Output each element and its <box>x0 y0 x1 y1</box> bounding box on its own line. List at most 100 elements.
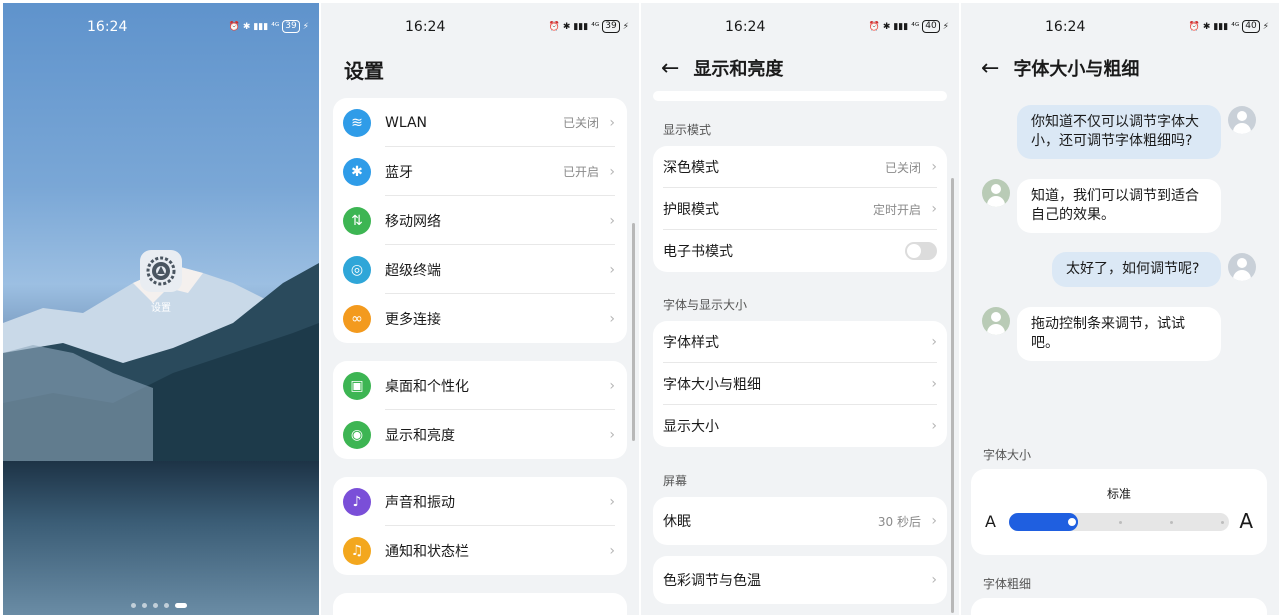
ebook-mode-toggle[interactable] <box>905 242 937 260</box>
status-time: 16:24 <box>1045 19 1086 35</box>
charging-icon: ⚡ <box>1262 21 1269 32</box>
sleep-item[interactable]: 休眠 30 秒后 › <box>653 497 947 545</box>
settings-item-notifications[interactable]: ♫ 通知和状态栏 › <box>333 526 627 575</box>
slider-tick <box>1170 521 1173 524</box>
scrollbar[interactable] <box>951 178 954 613</box>
chevron-right-icon: › <box>609 377 615 394</box>
color-temperature-item[interactable]: 色彩调节与色温 › <box>653 556 947 604</box>
sound-card: ♪ 声音和振动 › ♫ 通知和状态栏 › <box>333 477 627 575</box>
slider-tick <box>1119 521 1122 524</box>
chevron-right-icon: › <box>609 261 615 278</box>
slider-thumb[interactable] <box>1066 516 1078 528</box>
status-bar: 16:24 ⏰ ✱ ▮▮▮ ⁴ᴳ 40 ⚡ <box>641 17 959 37</box>
font-size-slider[interactable] <box>1009 513 1229 531</box>
item-label: 字体大小与粗细 <box>663 377 761 393</box>
network-type-label: ⁴ᴳ <box>911 21 920 32</box>
next-card-partial <box>333 593 627 615</box>
chevron-right-icon: › <box>609 212 615 229</box>
header: ← 显示和亮度 <box>661 55 783 81</box>
settings-item-value: 已开启 <box>562 165 599 179</box>
page-title: 显示和亮度 <box>693 59 784 80</box>
page-dot <box>131 603 136 608</box>
chevron-right-icon: › <box>609 310 615 327</box>
settings-item-wlan[interactable]: ≋ WLAN 已关闭 › <box>333 98 627 147</box>
back-arrow-icon[interactable]: ← <box>661 56 679 81</box>
avatar <box>1228 106 1256 134</box>
eye-comfort-item[interactable]: 护眼模式 定时开启 › <box>653 188 947 230</box>
status-time: 16:24 <box>725 19 766 35</box>
alarm-icon: ⏰ <box>548 21 560 32</box>
page-indicator <box>131 603 187 608</box>
dark-mode-item[interactable]: 深色模式 已关闭 › <box>653 146 947 188</box>
settings-item-display[interactable]: ◉ 显示和亮度 › <box>333 410 627 459</box>
settings-item-label: 更多连接 <box>385 311 441 328</box>
battery-icon: 39 <box>282 20 300 33</box>
item-value: 已关闭 <box>884 160 921 175</box>
back-arrow-icon[interactable]: ← <box>981 56 999 81</box>
font-style-item[interactable]: 字体样式 › <box>653 321 947 363</box>
status-icons: ⏰ ✱ ▮▮▮ ⁴ᴳ 40 ⚡ <box>1189 20 1269 33</box>
chevron-right-icon: › <box>931 376 937 392</box>
display-size-item[interactable]: 显示大小 › <box>653 405 947 447</box>
bluetooth-status-icon: ✱ <box>242 21 251 32</box>
alarm-icon: ⏰ <box>868 21 880 32</box>
battery-icon: 39 <box>602 20 620 33</box>
network-type-label: ⁴ᴳ <box>591 21 600 32</box>
alarm-icon: ⏰ <box>228 21 240 32</box>
color-card: 色彩调节与色温 › <box>653 556 947 604</box>
chevron-right-icon: › <box>609 114 615 131</box>
status-icons: ⏰ ✱ ▮▮▮ ⁴ᴳ 39 ⚡ <box>229 20 309 33</box>
settings-item-super-device[interactable]: ◎ 超级终端 › <box>333 245 627 294</box>
settings-screen: 16:24 ⏰ ✱ ▮▮▮ ⁴ᴳ 39 ⚡ 设置 ≋ WLAN 已关闭 › ✱ … <box>321 3 639 615</box>
settings-item-mobile-network[interactable]: ⇅ 移动网络 › <box>333 196 627 245</box>
item-label: 护眼模式 <box>663 202 719 218</box>
section-header: 显示模式 <box>663 123 712 137</box>
header: ← 字体大小与粗细 <box>981 55 1139 81</box>
bluetooth-icon: ✱ <box>343 157 371 186</box>
chat-bubble-other: 知道，我们可以调节到适合自己的效果。 <box>1017 179 1221 233</box>
previous-card-partial <box>653 91 947 101</box>
item-value: 定时开启 <box>872 202 921 217</box>
font-size-screen: 16:24 ⏰ ✱ ▮▮▮ ⁴ᴳ 40 ⚡ ← 字体大小与粗细 你知道不仅可以调… <box>961 3 1279 615</box>
font-size-weight-item[interactable]: 字体大小与粗细 › <box>653 363 947 405</box>
personalization-card: ▣ 桌面和个性化 › ◉ 显示和亮度 › <box>333 361 627 459</box>
wallpaper-lake <box>3 461 319 615</box>
chevron-right-icon: › <box>931 201 937 217</box>
settings-app-icon[interactable] <box>140 250 182 292</box>
settings-gear-icon <box>146 256 176 286</box>
page-title: 设置 <box>344 59 384 83</box>
status-time: 16:24 <box>405 19 446 35</box>
font-size-value: 标准 <box>1106 487 1131 501</box>
settings-app-label: 设置 <box>151 303 171 314</box>
link-icon: ∞ <box>343 304 371 333</box>
avatar <box>1228 253 1256 281</box>
settings-item-label: 声音和振动 <box>385 494 455 511</box>
chevron-right-icon: › <box>931 572 937 588</box>
item-label: 深色模式 <box>663 160 719 176</box>
settings-item-value: 已关闭 <box>562 116 599 130</box>
battery-icon: 40 <box>1242 20 1260 33</box>
network-type-label: ⁴ᴳ <box>271 21 280 32</box>
item-label: 字体样式 <box>663 335 719 351</box>
status-icons: ⏰ ✱ ▮▮▮ ⁴ᴳ 39 ⚡ <box>549 20 629 33</box>
status-bar: 16:24 ⏰ ✱ ▮▮▮ ⁴ᴳ 39 ⚡ <box>321 17 639 37</box>
connectivity-card: ≋ WLAN 已关闭 › ✱ 蓝牙 已开启 › ⇅ 移动网络 › ◎ 超级终端 … <box>333 98 627 343</box>
settings-item-more-connections[interactable]: ∞ 更多连接 › <box>333 294 627 343</box>
avatar <box>982 179 1010 207</box>
mobile-network-icon: ⇅ <box>343 206 371 235</box>
page-dot <box>142 603 147 608</box>
settings-item-label: 超级终端 <box>385 262 441 279</box>
charging-icon: ⚡ <box>622 21 629 32</box>
eye-icon: ◉ <box>343 420 371 449</box>
small-font-glyph: A <box>985 512 996 531</box>
section-header: 字体大小 <box>983 448 1032 462</box>
scrollbar[interactable] <box>632 223 635 441</box>
bell-icon: ♫ <box>343 536 371 565</box>
settings-item-home-screen[interactable]: ▣ 桌面和个性化 › <box>333 361 627 410</box>
status-bar: 16:24 ⏰ ✱ ▮▮▮ ⁴ᴳ 39 ⚡ <box>3 17 319 37</box>
super-device-icon: ◎ <box>343 255 371 284</box>
settings-item-sound[interactable]: ♪ 声音和振动 › <box>333 477 627 526</box>
section-header: 屏幕 <box>663 474 688 488</box>
settings-item-bluetooth[interactable]: ✱ 蓝牙 已开启 › <box>333 147 627 196</box>
chevron-right-icon: › <box>931 513 937 529</box>
